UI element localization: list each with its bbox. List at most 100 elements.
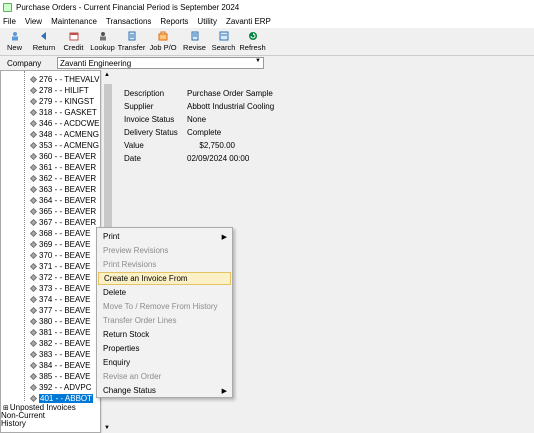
context-menu-item-label: Print Revisions xyxy=(103,260,157,269)
tree-row[interactable]: 368 - - BEAVE xyxy=(29,228,91,239)
credit-button[interactable]: Credit xyxy=(59,28,88,55)
context-menu-item[interactable]: Move To / Remove From History xyxy=(98,300,231,313)
order-node-icon xyxy=(29,295,38,304)
order-node-icon xyxy=(29,251,38,260)
scroll-up-icon[interactable]: ▲ xyxy=(104,72,110,78)
context-menu-item-label: Change Status xyxy=(103,386,156,395)
tree-row[interactable]: 365 - - BEAVER xyxy=(29,206,96,217)
detail-value: Abbott Industrial Cooling xyxy=(187,102,275,111)
tree-row[interactable]: 382 - - BEAVE xyxy=(29,338,91,349)
tree-row[interactable]: 383 - - BEAVE xyxy=(29,349,90,360)
tree-row[interactable]: 374 - - BEAVE xyxy=(29,294,90,305)
order-node-icon xyxy=(29,152,38,161)
tree-row[interactable]: 363 - - BEAVER xyxy=(29,184,96,195)
tree-row-label: 361 - - BEAVER xyxy=(39,163,97,172)
order-node-icon xyxy=(29,196,38,205)
company-select[interactable]: Zavanti Engineering ▼ xyxy=(57,57,264,69)
tree-row[interactable]: 385 - - BEAVE xyxy=(29,371,90,382)
context-menu-item[interactable]: Enquiry xyxy=(98,356,231,369)
context-menu-item-label: Move To / Remove From History xyxy=(103,302,218,311)
tree-row[interactable]: 373 - - BEAVE xyxy=(29,283,91,294)
tree-row[interactable]: 392 - - ADVPC xyxy=(29,382,92,393)
revise-button[interactable]: Revise xyxy=(180,28,209,55)
tree-row[interactable]: 384 - - BEAVE xyxy=(29,360,90,371)
transfer-button[interactable]: Transfer xyxy=(117,28,146,55)
tree-row[interactable]: 346 - - ACDCWEL xyxy=(29,118,101,129)
scroll-down-icon[interactable]: ▼ xyxy=(104,425,110,431)
context-menu-item[interactable]: Create an Invoice From xyxy=(98,272,231,285)
tree-folder[interactable]: History xyxy=(1,418,26,429)
tree-row[interactable]: 278 - - HILIFT xyxy=(29,85,89,96)
detail-label: Date xyxy=(124,154,141,163)
tree-row[interactable]: 361 - - BEAVER xyxy=(29,162,97,173)
tree-row[interactable]: 276 - - THEVALVE xyxy=(29,74,100,85)
order-node-icon xyxy=(29,185,38,194)
context-menu-item[interactable]: Transfer Order Lines xyxy=(98,314,231,327)
menu-reports[interactable]: Reports xyxy=(160,17,188,26)
refresh-button[interactable]: Refresh xyxy=(238,28,267,55)
tree-row[interactable]: 380 - - BEAVE xyxy=(29,316,90,327)
return-button[interactable]: Return xyxy=(29,28,59,55)
tree-row[interactable]: 318 - - GASKET xyxy=(29,107,97,118)
tree-guide-line xyxy=(24,71,25,401)
order-node-icon xyxy=(29,339,38,348)
menu-zavanti-erp[interactable]: Zavanti ERP xyxy=(226,17,271,26)
purchase-order-tree[interactable]: 276 - - THEVALVE 278 - - HILIFT 279 - - KI… xyxy=(0,70,101,433)
transfer-icon xyxy=(128,31,135,41)
tree-row[interactable]: 362 - - BEAVER xyxy=(29,173,96,184)
order-node-icon xyxy=(29,372,38,381)
context-menu-item[interactable]: Properties xyxy=(98,342,231,355)
context-menu-item[interactable]: Delete xyxy=(98,286,231,299)
job-po-button[interactable]: Job P/O xyxy=(146,28,180,55)
tree-row[interactable]: 367 - - BEAVER xyxy=(29,217,97,228)
tree-row-label: 381 - - BEAVE xyxy=(39,328,91,337)
order-node-icon xyxy=(29,218,38,227)
tree-row[interactable]: 370 - - BEAVE xyxy=(29,250,90,261)
menu-utility[interactable]: Utility xyxy=(197,17,217,26)
context-menu-item[interactable]: Print Revisions xyxy=(98,258,231,271)
context-menu-item[interactable]: Change Status ▶ xyxy=(98,384,231,397)
order-node-icon xyxy=(29,207,38,216)
order-node-icon xyxy=(29,108,38,117)
context-menu-item[interactable]: Print ▶ xyxy=(98,230,231,243)
tree-row-label: 373 - - BEAVE xyxy=(39,284,91,293)
context-menu-item[interactable]: Preview Revisions xyxy=(98,244,231,257)
tree-row[interactable]: 381 - - BEAVE xyxy=(29,327,91,338)
tree-row-label: 382 - - BEAVE xyxy=(39,339,91,348)
lookup-button[interactable]: Lookup xyxy=(88,28,117,55)
tree-row-label: 279 - - KINGST xyxy=(39,97,95,106)
detail-value: Purchase Order Sample xyxy=(187,89,273,98)
tree-row[interactable]: 372 - - BEAVE xyxy=(29,272,90,283)
tree-row-label: 369 - - BEAVE xyxy=(39,240,91,249)
tree-row[interactable]: 353 - - ACMENG xyxy=(29,140,99,151)
menu-view[interactable]: View xyxy=(25,17,42,26)
context-menu-item[interactable]: Revise an Order xyxy=(98,370,231,383)
detail-value: Complete xyxy=(187,128,222,137)
tree-row[interactable]: 371 - - BEAVE xyxy=(29,261,90,272)
search-button[interactable]: Search xyxy=(209,28,238,55)
detail-value: $2,750.00 xyxy=(199,141,235,150)
context-menu-item-label: Revise an Order xyxy=(103,372,162,381)
detail-label: Invoice Status xyxy=(124,115,175,124)
tree-row-label: 318 - - GASKET xyxy=(39,108,97,117)
tree-row-label: 368 - - BEAVE xyxy=(39,229,91,238)
menu-transactions[interactable]: Transactions xyxy=(106,17,152,26)
tree-row-label: 367 - - BEAVER xyxy=(39,218,97,227)
tree-row-label: 346 - - ACDCWEL xyxy=(39,119,101,128)
menu-file[interactable]: File xyxy=(3,17,16,26)
tree-row[interactable]: 279 - - KINGST xyxy=(29,96,95,107)
menu-maintenance[interactable]: Maintenance xyxy=(51,17,97,26)
tree-row[interactable]: 364 - - BEAVER xyxy=(29,195,96,206)
tree-row[interactable]: 348 - - ACMENG xyxy=(29,129,99,140)
detail-value: 02/09/2024 00:00 xyxy=(187,154,250,163)
tree-row[interactable]: 360 - - BEAVER xyxy=(29,151,96,162)
transfer-label: Transfer xyxy=(117,43,146,52)
lookup-icon xyxy=(99,32,106,41)
chevron-down-icon[interactable]: ▼ xyxy=(255,58,261,64)
tree-row[interactable]: 377 - - BEAVE xyxy=(29,305,90,316)
order-node-icon xyxy=(29,86,38,95)
tree-row-label: 392 - - ADVPC xyxy=(39,383,92,392)
tree-row[interactable]: 369 - - BEAVE xyxy=(29,239,91,250)
new-button[interactable]: New xyxy=(0,28,29,55)
context-menu-item[interactable]: Return Stock xyxy=(98,328,231,341)
